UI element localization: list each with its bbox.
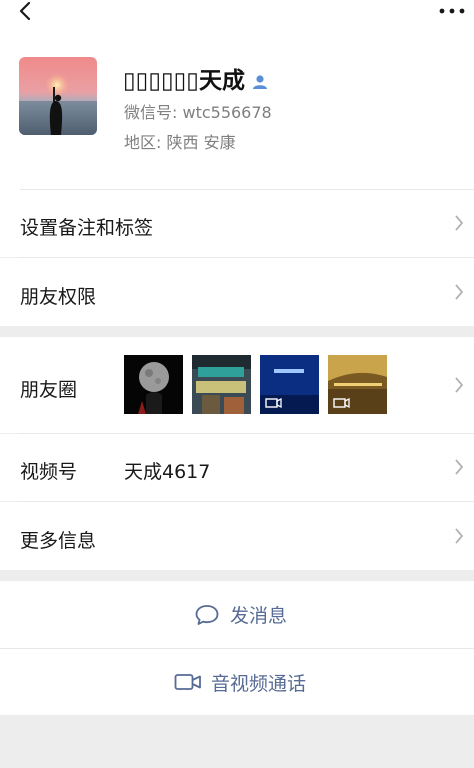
- video-call-button[interactable]: 音视频通话: [0, 649, 474, 715]
- channels-label: 视频号: [20, 461, 78, 483]
- remark-tags-row[interactable]: 设置备注和标签: [0, 190, 474, 257]
- permissions-label: 朋友权限: [20, 286, 97, 308]
- more-info-label: 更多信息: [20, 530, 97, 552]
- moments-thumbnail[interactable]: [260, 355, 319, 414]
- channels-value: 天成4617: [124, 461, 211, 483]
- chevron-right-icon: [455, 459, 464, 475]
- moments-thumbnail[interactable]: [328, 355, 387, 414]
- more-dots-icon[interactable]: [438, 6, 466, 16]
- profile-name: ▯▯▯▯▯▯天成: [123, 61, 269, 95]
- chevron-right-icon: [455, 284, 464, 300]
- moments-thumbnail[interactable]: [124, 355, 183, 414]
- profile-header: ▯▯▯▯▯▯天成 微信号: wtc556678 地区: 陕西 安康: [0, 30, 474, 190]
- send-message-label: 发消息: [230, 605, 288, 627]
- send-message-button[interactable]: 发消息: [0, 581, 474, 648]
- chevron-right-icon: [455, 215, 464, 231]
- top-bar: [0, 0, 474, 30]
- region: 地区: 陕西 安康: [124, 133, 236, 152]
- permissions-row[interactable]: 朋友权限: [0, 258, 474, 326]
- avatar[interactable]: [19, 57, 97, 135]
- more-info-row[interactable]: 更多信息: [0, 502, 474, 570]
- chevron-right-icon: [455, 377, 464, 393]
- video-call-label: 音视频通话: [211, 672, 307, 695]
- remark-tags-label: 设置备注和标签: [20, 217, 154, 239]
- channels-row[interactable]: 视频号 天成4617: [0, 434, 474, 501]
- profile-name-text: ▯▯▯▯▯▯天成: [123, 68, 245, 94]
- chat-bubble-icon: [195, 604, 219, 625]
- video-camera-icon: [174, 674, 201, 690]
- chevron-right-icon: [455, 528, 464, 544]
- moments-thumbnail[interactable]: [192, 355, 251, 414]
- wechat-id: 微信号: wtc556678: [124, 103, 272, 122]
- contact-person-icon: [252, 74, 267, 89]
- chevron-left-icon[interactable]: [14, 0, 38, 24]
- moments-label: 朋友圈: [20, 379, 78, 401]
